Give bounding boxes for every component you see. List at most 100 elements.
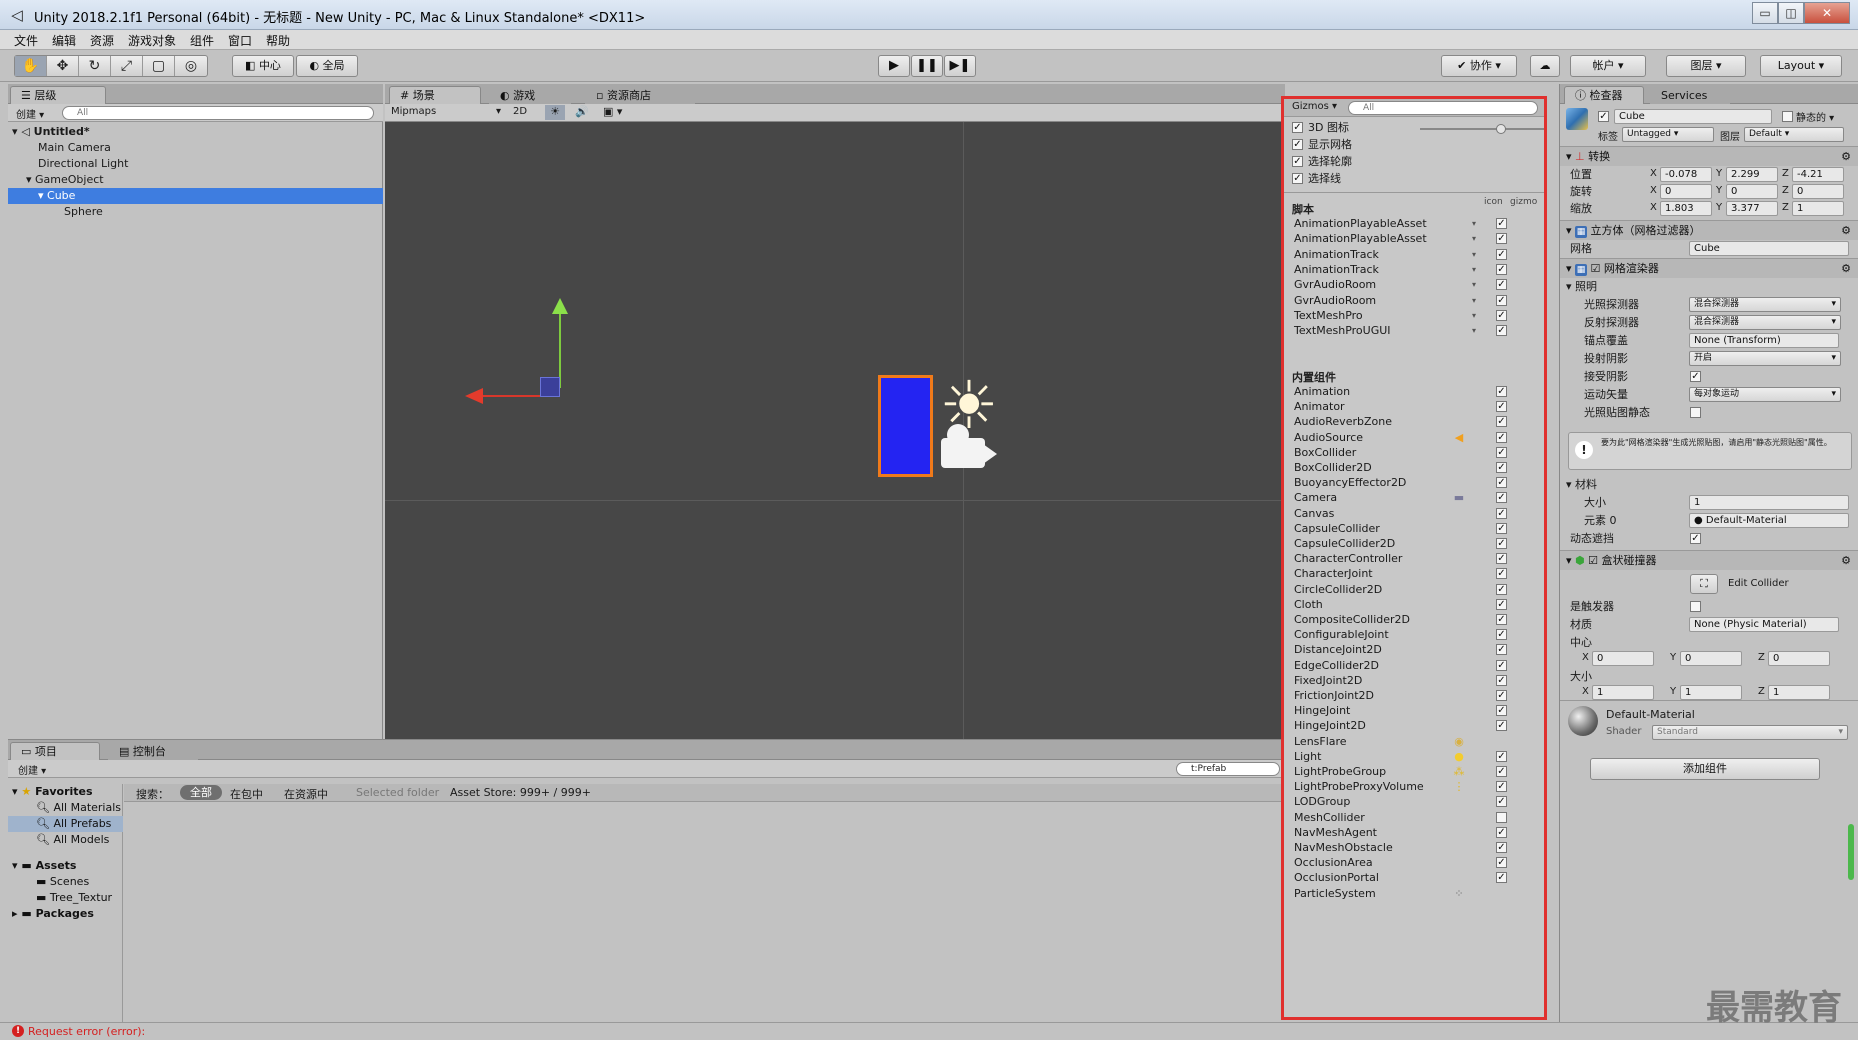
packages-foldout[interactable]: ▸ ▬ Packages (8, 906, 123, 922)
play-button[interactable]: ▶ (878, 55, 910, 77)
scene-effects-icon[interactable]: ▣ ▾ (603, 105, 622, 118)
collider-center-field[interactable]: 0 (1680, 651, 1742, 666)
position-field[interactable]: -0.078 (1660, 167, 1712, 182)
account-dropdown[interactable]: 帐户 ▾ (1570, 55, 1646, 77)
renderer-property-dropdown[interactable]: 每对象运动 ▾ (1689, 387, 1841, 402)
gizmo-option-checkbox[interactable]: ✓ (1292, 122, 1303, 133)
component-settings-icon[interactable]: ⚙ (1841, 221, 1851, 241)
layers-dropdown[interactable]: 图层 ▾ (1666, 55, 1746, 77)
gizmo-checkbox[interactable]: ✓ (1496, 872, 1507, 884)
lensflare-icon[interactable]: ◉ (1452, 735, 1466, 749)
lightprobe-icon[interactable]: ⁂ (1452, 765, 1466, 779)
gizmo-option-checkbox[interactable]: ✓ (1292, 139, 1303, 150)
mesh-field[interactable]: Cube (1689, 241, 1849, 256)
gizmo-checkbox[interactable]: ✓ (1496, 720, 1507, 732)
gizmo-checkbox[interactable]: ✓ (1496, 462, 1507, 473)
gizmo-checkbox[interactable]: ✓ (1496, 568, 1507, 580)
assets-foldout[interactable]: ▾ ▬ Assets (8, 858, 123, 874)
y-axis-handle[interactable] (559, 308, 561, 388)
gizmo-checkbox[interactable]: ✓ (1496, 598, 1507, 610)
project-create-dropdown[interactable]: 创建 ▾ (18, 762, 46, 777)
speaker-icon[interactable]: ◀ (1452, 431, 1466, 445)
gizmo-checkbox[interactable]: ✓ (1496, 538, 1507, 549)
renderer-property-dropdown[interactable]: 开启 ▾ (1689, 351, 1841, 366)
scale-field[interactable]: 3.377 (1726, 201, 1778, 216)
hierarchy-scene-row[interactable]: ▾ ◁ Untitled* (8, 124, 383, 140)
selected-cube-object[interactable] (878, 375, 933, 477)
close-button[interactable]: ✕ (1804, 2, 1850, 24)
gizmo-checkbox[interactable] (1496, 811, 1507, 823)
menu-gameobject[interactable]: 游戏对象 (128, 32, 176, 49)
tab-game[interactable]: ◐ 游戏 (489, 86, 571, 104)
menu-edit[interactable]: 编辑 (52, 32, 76, 49)
collider-size-field[interactable]: 1 (1680, 685, 1742, 700)
y-axis-arrow-icon[interactable] (552, 298, 568, 314)
gizmo-checkbox[interactable]: ✓ (1496, 644, 1507, 656)
hierarchy-item[interactable]: ▾ GameObject (8, 172, 383, 188)
filter-in-assets-button[interactable]: 在资源中 (284, 786, 328, 802)
gizmo-checkbox[interactable]: ✓ (1496, 492, 1507, 504)
bulb-icon[interactable]: ● (1452, 750, 1466, 764)
tab-project[interactable]: ▭ 项目 (10, 742, 100, 760)
hierarchy-search-input[interactable]: All (62, 106, 374, 120)
cloud-button[interactable]: ☁ (1530, 55, 1560, 77)
filter-all-button[interactable]: 全部 (180, 785, 222, 800)
icon-dropdown-icon[interactable]: ▾ (1472, 322, 1476, 340)
scale-tool-icon[interactable]: ⤢ (111, 56, 143, 76)
scale-field[interactable]: 1.803 (1660, 201, 1712, 216)
gizmo-checkbox[interactable]: ✓ (1496, 401, 1507, 413)
tab-inspector[interactable]: ⓘ 检查器 (1564, 86, 1644, 104)
gizmo-checkbox[interactable]: ✓ (1496, 842, 1507, 853)
filter-in-packages-button[interactable]: 在包中 (230, 786, 263, 802)
renderer-property-field[interactable]: None (Transform) (1689, 333, 1839, 348)
add-component-button[interactable]: 添加组件 (1590, 758, 1820, 780)
gizmo-checkbox[interactable]: ✓ (1496, 614, 1507, 625)
collider-center-field[interactable]: 0 (1592, 651, 1654, 666)
space-toggle-button[interactable]: ◐ 全局 (296, 55, 358, 77)
step-button[interactable]: ▶❚ (944, 55, 976, 77)
favorite-item[interactable]: 🔍︎ All Models (8, 832, 123, 848)
z-axis-plane-handle[interactable] (540, 377, 560, 397)
component-settings-icon[interactable]: ⚙ (1841, 147, 1851, 167)
gizmo-checkbox[interactable]: ✓ (1496, 233, 1507, 245)
collider-center-field[interactable]: 0 (1768, 651, 1830, 666)
pivot-toggle-button[interactable]: ◧ 中心 (232, 55, 294, 77)
gizmo-checkbox[interactable]: ✓ (1496, 507, 1507, 519)
is-trigger-checkbox[interactable] (1690, 601, 1701, 612)
tab-scene[interactable]: # 场景 (389, 86, 481, 104)
lighting-foldout[interactable]: ▾ 照明 (1560, 278, 1858, 296)
icon-size-slider-track[interactable] (1420, 128, 1544, 130)
tab-hierarchy[interactable]: ☰ 层级 (10, 86, 106, 104)
materials-size-field[interactable]: 1 (1689, 495, 1849, 510)
gameobject-name-field[interactable]: Cube (1614, 109, 1772, 124)
gizmo-checkbox[interactable]: ✓ (1496, 294, 1507, 306)
scene-viewport[interactable]: ☀ (385, 122, 1285, 739)
gizmo-checkbox[interactable]: ✓ (1496, 386, 1507, 397)
collab-dropdown[interactable]: ✔ 协作 ▾ (1441, 55, 1517, 77)
favorite-item[interactable]: 🔍︎ All Materials (8, 800, 123, 816)
gizmo-checkbox[interactable]: ✓ (1496, 766, 1507, 777)
shader-dropdown[interactable]: Standard ▾ (1652, 725, 1848, 740)
probevolume-icon[interactable]: ⋮ (1452, 780, 1466, 794)
gameobject-active-checkbox[interactable]: ✓ (1598, 111, 1609, 122)
gizmo-checkbox[interactable]: ✓ (1496, 857, 1507, 869)
hierarchy-item[interactable]: Directional Light (8, 156, 383, 172)
gizmo-checkbox[interactable]: ✓ (1496, 218, 1507, 229)
rect-tool-icon[interactable]: ▢ (143, 56, 175, 76)
renderer-property-dropdown[interactable]: 混合探测器 ▾ (1689, 297, 1841, 312)
dynamic-occluded-checkbox[interactable]: ✓ (1690, 533, 1701, 544)
collider-size-field[interactable]: 1 (1768, 685, 1830, 700)
rotate-tool-icon[interactable]: ↻ (79, 56, 111, 76)
rotation-field[interactable]: 0 (1726, 184, 1778, 199)
gizmo-option[interactable]: ✓ 选择轮廓 (1292, 153, 1542, 171)
menu-help[interactable]: 帮助 (266, 32, 290, 49)
tab-services[interactable]: Services (1650, 86, 1730, 104)
tab-asset-store[interactable]: ▫ 资源商店 (585, 86, 695, 104)
gizmo-script-row[interactable]: TextMeshProUGUI ▾ ✓ (1294, 322, 1544, 340)
gizmo-checkbox[interactable]: ✓ (1496, 263, 1507, 275)
favorites-foldout[interactable]: ▾ ★ Favorites (8, 784, 123, 800)
rotation-field[interactable]: 0 (1792, 184, 1844, 199)
gizmo-checkbox[interactable]: ✓ (1496, 477, 1507, 489)
renderer-property-checkbox[interactable] (1690, 407, 1701, 418)
gizmo-checkbox[interactable]: ✓ (1496, 659, 1507, 671)
